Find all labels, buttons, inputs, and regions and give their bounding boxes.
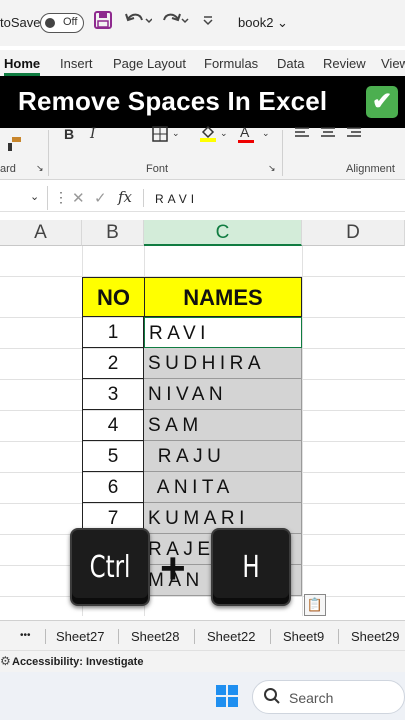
tab-separator bbox=[45, 629, 46, 644]
cell-name[interactable]: SAM bbox=[144, 410, 302, 441]
more-options-icon[interactable]: ⋮ bbox=[54, 189, 68, 206]
fill-color-dropdown-icon[interactable]: ⌄ bbox=[220, 128, 228, 139]
status-bar: ⚙ Accessibility: Investigate bbox=[0, 650, 405, 672]
workbook-name[interactable]: book2 ⌄ bbox=[238, 15, 288, 31]
table-header-names[interactable]: NAMES bbox=[144, 277, 302, 317]
h-key: H bbox=[211, 528, 291, 606]
formula-bar: ⌄ ⋮ ✕ ✓ fx RAVI bbox=[0, 186, 405, 212]
accessibility-icon: ⚙ bbox=[0, 654, 11, 668]
banner-text: Remove Spaces In Excel bbox=[18, 86, 328, 116]
grid-line bbox=[302, 246, 303, 616]
insert-function-icon[interactable]: fx bbox=[118, 188, 132, 206]
cell-name[interactable]: RAJU bbox=[144, 441, 302, 472]
align-left-icon[interactable] bbox=[294, 126, 310, 143]
cell-no[interactable]: 1 bbox=[82, 317, 144, 348]
ribbon-home: ard ↘ B I ⌄ ⌄ A ⌄ Font ↘ Alignment bbox=[0, 124, 405, 180]
ribbon-divider bbox=[48, 130, 49, 176]
tab-separator bbox=[194, 629, 195, 644]
font-color-button[interactable]: A bbox=[240, 124, 249, 140]
ribbon-tabs: Home Insert Page Layout Formulas Data Re… bbox=[0, 50, 405, 76]
dialog-launcher-icon[interactable]: ↘ bbox=[36, 163, 44, 174]
tab-page-layout[interactable]: Page Layout bbox=[113, 56, 186, 71]
sheet-tab[interactable]: Sheet29 bbox=[351, 629, 399, 644]
taskbar-search[interactable]: Search bbox=[252, 680, 405, 714]
group-font-label: Font bbox=[146, 163, 169, 175]
search-label: Search bbox=[289, 690, 334, 706]
h-key-label: H bbox=[242, 550, 260, 585]
column-header-d[interactable]: D bbox=[302, 220, 405, 246]
font-color-dropdown-icon[interactable]: ⌄ bbox=[262, 128, 270, 139]
cell-name[interactable]: ANITA bbox=[144, 472, 302, 503]
cell-no[interactable]: 4 bbox=[82, 410, 144, 441]
bold-button[interactable]: B bbox=[64, 126, 74, 142]
cancel-entry-icon[interactable]: ✕ bbox=[72, 189, 85, 207]
formula-divider bbox=[143, 189, 144, 207]
title-banner: Remove Spaces In Excel bbox=[0, 76, 405, 128]
accessibility-status[interactable]: Accessibility: Investigate bbox=[12, 656, 143, 668]
ribbon-divider bbox=[282, 130, 283, 176]
tab-insert[interactable]: Insert bbox=[60, 56, 93, 71]
group-alignment-label: Alignment bbox=[346, 163, 395, 175]
sheet-tab[interactable]: Sheet27 bbox=[56, 629, 104, 644]
more-sheets-button[interactable]: ••• bbox=[20, 630, 31, 641]
redo-icon[interactable] bbox=[162, 11, 190, 34]
name-box-dropdown-icon[interactable]: ⌄ bbox=[30, 190, 39, 203]
fill-color-icon[interactable] bbox=[200, 124, 216, 145]
search-icon bbox=[263, 687, 281, 710]
save-icon[interactable] bbox=[94, 11, 112, 34]
cell-name[interactable]: SUDHIRA bbox=[144, 348, 302, 379]
sheet-tab[interactable]: Sheet22 bbox=[207, 629, 255, 644]
cell-no[interactable]: 3 bbox=[82, 379, 144, 410]
table-header-no[interactable]: NO bbox=[82, 277, 145, 317]
windows-start-icon[interactable] bbox=[216, 685, 238, 707]
cell-no[interactable]: 2 bbox=[82, 348, 144, 379]
toggle-knob bbox=[45, 18, 55, 28]
undo-icon[interactable] bbox=[124, 11, 153, 34]
tab-view[interactable]: View bbox=[381, 56, 405, 71]
tab-formulas[interactable]: Formulas bbox=[204, 56, 258, 71]
sheet-tab[interactable]: Sheet28 bbox=[131, 629, 179, 644]
tab-review[interactable]: Review bbox=[323, 56, 366, 71]
ctrl-key-label: Ctrl bbox=[89, 550, 131, 585]
font-color-swatch bbox=[238, 140, 254, 143]
borders-dropdown-icon[interactable]: ⌄ bbox=[172, 128, 180, 139]
name-box[interactable]: ⌄ bbox=[0, 186, 48, 210]
plus-sign: + bbox=[160, 544, 186, 593]
tab-data[interactable]: Data bbox=[277, 56, 304, 71]
title-bar: toSave Off book2 ⌄ bbox=[0, 0, 405, 46]
tab-separator bbox=[270, 629, 271, 644]
formula-input[interactable]: RAVI bbox=[155, 192, 198, 206]
cell-no[interactable]: 5 bbox=[82, 441, 144, 472]
align-right-icon[interactable] bbox=[346, 126, 362, 143]
column-header-a[interactable]: A bbox=[0, 220, 82, 246]
confirm-entry-icon[interactable]: ✓ bbox=[94, 189, 107, 207]
tab-separator bbox=[338, 629, 339, 644]
cell-no[interactable]: 6 bbox=[82, 472, 144, 503]
autosave-toggle[interactable]: Off bbox=[40, 13, 84, 33]
paste-options-icon[interactable]: 📋 bbox=[304, 594, 326, 616]
autosave-label: toSave bbox=[0, 15, 41, 30]
cell-name[interactable]: NIVAN bbox=[144, 379, 302, 410]
customize-quick-access-icon[interactable] bbox=[202, 14, 214, 32]
tab-separator bbox=[118, 629, 119, 644]
format-painter-icon[interactable] bbox=[6, 136, 22, 155]
sheet-tab[interactable]: Sheet9 bbox=[283, 629, 324, 644]
sheet-tabs: ••• Sheet27 Sheet28 Sheet22 Sheet9 Sheet… bbox=[0, 620, 405, 650]
toggle-label: Off bbox=[63, 16, 78, 28]
grid-line bbox=[0, 596, 405, 597]
column-header-b[interactable]: B bbox=[82, 220, 144, 246]
ctrl-key: Ctrl bbox=[70, 528, 150, 606]
cell-name-active[interactable]: RAVI bbox=[144, 317, 302, 348]
tab-home[interactable]: Home bbox=[4, 56, 40, 71]
column-header-c[interactable]: C bbox=[144, 220, 302, 246]
italic-button[interactable]: I bbox=[90, 126, 96, 142]
group-clipboard-label: ard bbox=[0, 163, 16, 175]
check-mark-icon: ✔ bbox=[366, 86, 398, 118]
borders-icon[interactable] bbox=[152, 126, 168, 145]
align-center-icon[interactable] bbox=[320, 126, 336, 143]
font-dialog-launcher-icon[interactable]: ↘ bbox=[268, 163, 276, 174]
